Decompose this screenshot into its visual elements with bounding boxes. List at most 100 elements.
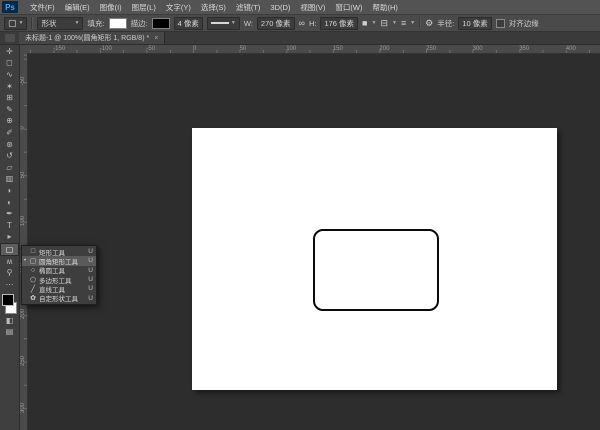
divider — [31, 17, 34, 29]
flyout-item-shortcut: U — [88, 248, 93, 256]
flyout-item-rounded-rectangle-tool[interactable]: • ▢ 圆角矩形工具 U — [22, 256, 96, 266]
document-canvas[interactable] — [192, 128, 557, 390]
rounded-rectangle-icon: ▢ — [29, 257, 37, 265]
document-tab-bar: 未标题-1 @ 100%(圆角矩形 1, RGB/8) * × — [0, 32, 600, 45]
clone-stamp-tool[interactable]: ⊛ — [1, 139, 18, 151]
link-dimensions-icon[interactable]: ∞ — [299, 18, 305, 28]
menubar-item-0[interactable]: 文件(F) — [25, 2, 60, 13]
menubar-item-2[interactable]: 图像(I) — [95, 2, 127, 13]
tab-bar-leading-button[interactable] — [5, 34, 15, 42]
flyout-item-shortcut: U — [88, 276, 93, 284]
history-brush-tool[interactable]: ↺ — [1, 150, 18, 162]
healing-brush-tool[interactable]: ⊕ — [1, 116, 18, 128]
color-swatches[interactable] — [1, 293, 18, 315]
path-operations-button[interactable]: ■ — [362, 18, 367, 28]
photoshop-window: Ps 文件(F) 编辑(E) 图像(I) 图层(L) 文字(Y) 选择(S) 滤镜(T) 3D… — [0, 0, 600, 430]
brush-tool[interactable]: ✐ — [1, 127, 18, 139]
gear-icon[interactable]: ⚙ — [425, 18, 433, 28]
path-selection-tool[interactable]: ▸ — [1, 232, 18, 244]
flyout-item-polygon-tool[interactable]: ⬠ 多边形工具 U — [22, 275, 96, 285]
rounded-rectangle-tool[interactable]: ▢ — [0, 243, 19, 257]
stroke-color-swatch[interactable] — [151, 17, 170, 29]
document-tab[interactable]: 未标题-1 @ 100%(圆角矩形 1, RGB/8) * × — [19, 32, 166, 44]
zoom-tool[interactable]: ⚲ — [1, 268, 18, 280]
tool-mode-label: 形状 — [41, 18, 57, 28]
stroke-style-line-icon — [210, 22, 229, 24]
pasteboard — [28, 53, 600, 430]
eyedropper-tool[interactable]: ✎ — [1, 104, 18, 116]
hruler-label: -50 — [146, 46, 156, 52]
rounded-rectangle-shape — [313, 229, 439, 311]
hruler-label: 50 — [239, 46, 247, 52]
stroke-label: 描边: — [130, 18, 148, 28]
chevron-down-icon: ▼ — [230, 19, 236, 26]
path-alignment-button[interactable]: ⊟ — [380, 18, 388, 28]
stroke-width-value: 4 像素 — [177, 18, 199, 28]
foreground-color-swatch[interactable] — [2, 293, 14, 306]
shape-height-value: 176 像素 — [324, 18, 355, 28]
document-tab-title: 未标题-1 @ 100%(圆角矩形 1, RGB/8) * — [25, 35, 150, 42]
menubar-item-9[interactable]: 窗口(W) — [330, 2, 367, 13]
path-arrangement-button[interactable]: ≡ — [401, 18, 406, 28]
tool-options-bar: ▢ ▼ 形状 ▼ 填充: 描边: 4 像素 ▼ W: 270 像素 ∞ H: 1… — [0, 15, 600, 32]
vruler-label: 50 — [20, 171, 26, 178]
menubar-item-8[interactable]: 视图(V) — [295, 2, 330, 13]
pen-tool[interactable]: ✒ — [1, 208, 18, 220]
horizontal-ruler[interactable]: -150 -100 -50 0 50 100 150 200 250 300 350 400 — [27, 45, 600, 54]
vertical-ruler[interactable]: -50050100150200250300 — [19, 53, 28, 430]
stroke-style-dropdown[interactable]: ▼ — [206, 16, 240, 30]
hruler-label: 300 — [472, 46, 483, 52]
flyout-item-custom-shape-tool[interactable]: ✿ 自定形状工具 U — [22, 293, 96, 304]
lasso-tool[interactable]: ∿ — [1, 69, 18, 81]
chevron-down-icon: ▼ — [18, 19, 24, 26]
shape-height-field[interactable]: 176 像素 — [320, 16, 359, 30]
align-edges-checkbox[interactable] — [495, 18, 505, 28]
vruler-label: 250 — [20, 356, 26, 367]
ps-logo: Ps — [2, 1, 18, 13]
flyout-item-shortcut: U — [88, 285, 93, 293]
menubar-item-7[interactable]: 3D(D) — [265, 3, 295, 12]
quick-mask-button[interactable]: ◧ — [1, 315, 18, 327]
vruler-label: 200 — [20, 309, 26, 320]
crop-tool[interactable]: ⊞ — [1, 92, 18, 104]
toolbar-more[interactable]: ⋯ — [1, 279, 18, 291]
quick-selection-tool[interactable]: ✶ — [1, 81, 18, 93]
gradient-tool[interactable]: ▥ — [1, 174, 18, 186]
flyout-item-line-tool[interactable]: ╱ 直线工具 U — [22, 284, 96, 294]
blur-tool[interactable]: ◗ — [1, 185, 18, 197]
move-tool[interactable]: ✛ — [1, 46, 18, 58]
flyout-item-rectangle-tool[interactable]: □ 矩形工具 U — [22, 247, 96, 257]
menubar-item-10[interactable]: 帮助(H) — [368, 2, 403, 13]
menu-items: 文件(F) 编辑(E) 图像(I) 图层(L) 文字(Y) 选择(S) 滤镜(T) 3D(D)… — [25, 2, 403, 13]
fill-color-swatch[interactable] — [108, 17, 127, 29]
shape-width-value: 270 像素 — [260, 18, 291, 28]
shape-width-field[interactable]: 270 像素 — [256, 16, 295, 30]
shape-tools-flyout-menu: □ 矩形工具 U • ▢ 圆角矩形工具 U ○ 椭圆工具 U ⬠ 多边形工具 U ╱ 直线工具 U ✿ 自定形状工… — [21, 245, 97, 305]
type-tool[interactable]: T — [1, 220, 18, 232]
divider — [419, 17, 422, 29]
menubar-item-1[interactable]: 编辑(E) — [60, 2, 95, 13]
tools-panel: ✛ ◻ ∿ ✶ ⊞ ✎ ⊕ ✐ ⊛ ↺ ▱ ▥ ◗ ◐ ✒ T ▸ ▢ ʍ ⚲ ⋯ ◧ ▤ — [0, 45, 20, 430]
active-tool-marker: • — [23, 257, 27, 264]
radius-field[interactable]: 10 像素 — [458, 16, 492, 30]
flyout-item-ellipse-tool[interactable]: ○ 椭圆工具 U — [22, 266, 96, 276]
hruler-label: 150 — [332, 46, 343, 52]
tool-preset-button[interactable]: ▢ ▼ — [4, 16, 28, 30]
hand-tool[interactable]: ʍ — [1, 256, 18, 268]
stroke-width-field[interactable]: 4 像素 — [173, 16, 203, 30]
rectangular-marquee-tool[interactable]: ◻ — [1, 58, 18, 70]
eraser-tool[interactable]: ▱ — [1, 162, 18, 174]
vruler-label: 0 — [20, 126, 26, 130]
hruler-label: 0 — [193, 46, 197, 52]
tool-mode-dropdown[interactable]: 形状 ▼ — [37, 16, 84, 30]
chevron-down-icon: ▼ — [74, 19, 80, 26]
dodge-tool[interactable]: ◐ — [1, 197, 18, 209]
menubar-item-4[interactable]: 文字(Y) — [161, 2, 196, 13]
menubar-item-6[interactable]: 滤镜(T) — [231, 2, 266, 13]
menubar-item-3[interactable]: 图层(L) — [127, 2, 161, 13]
close-icon[interactable]: × — [154, 35, 158, 42]
custom-shape-icon: ✿ — [30, 295, 36, 303]
screen-mode-button[interactable]: ▤ — [1, 326, 18, 338]
menubar-item-5[interactable]: 选择(S) — [196, 2, 231, 13]
vruler-label: 300 — [20, 402, 26, 413]
